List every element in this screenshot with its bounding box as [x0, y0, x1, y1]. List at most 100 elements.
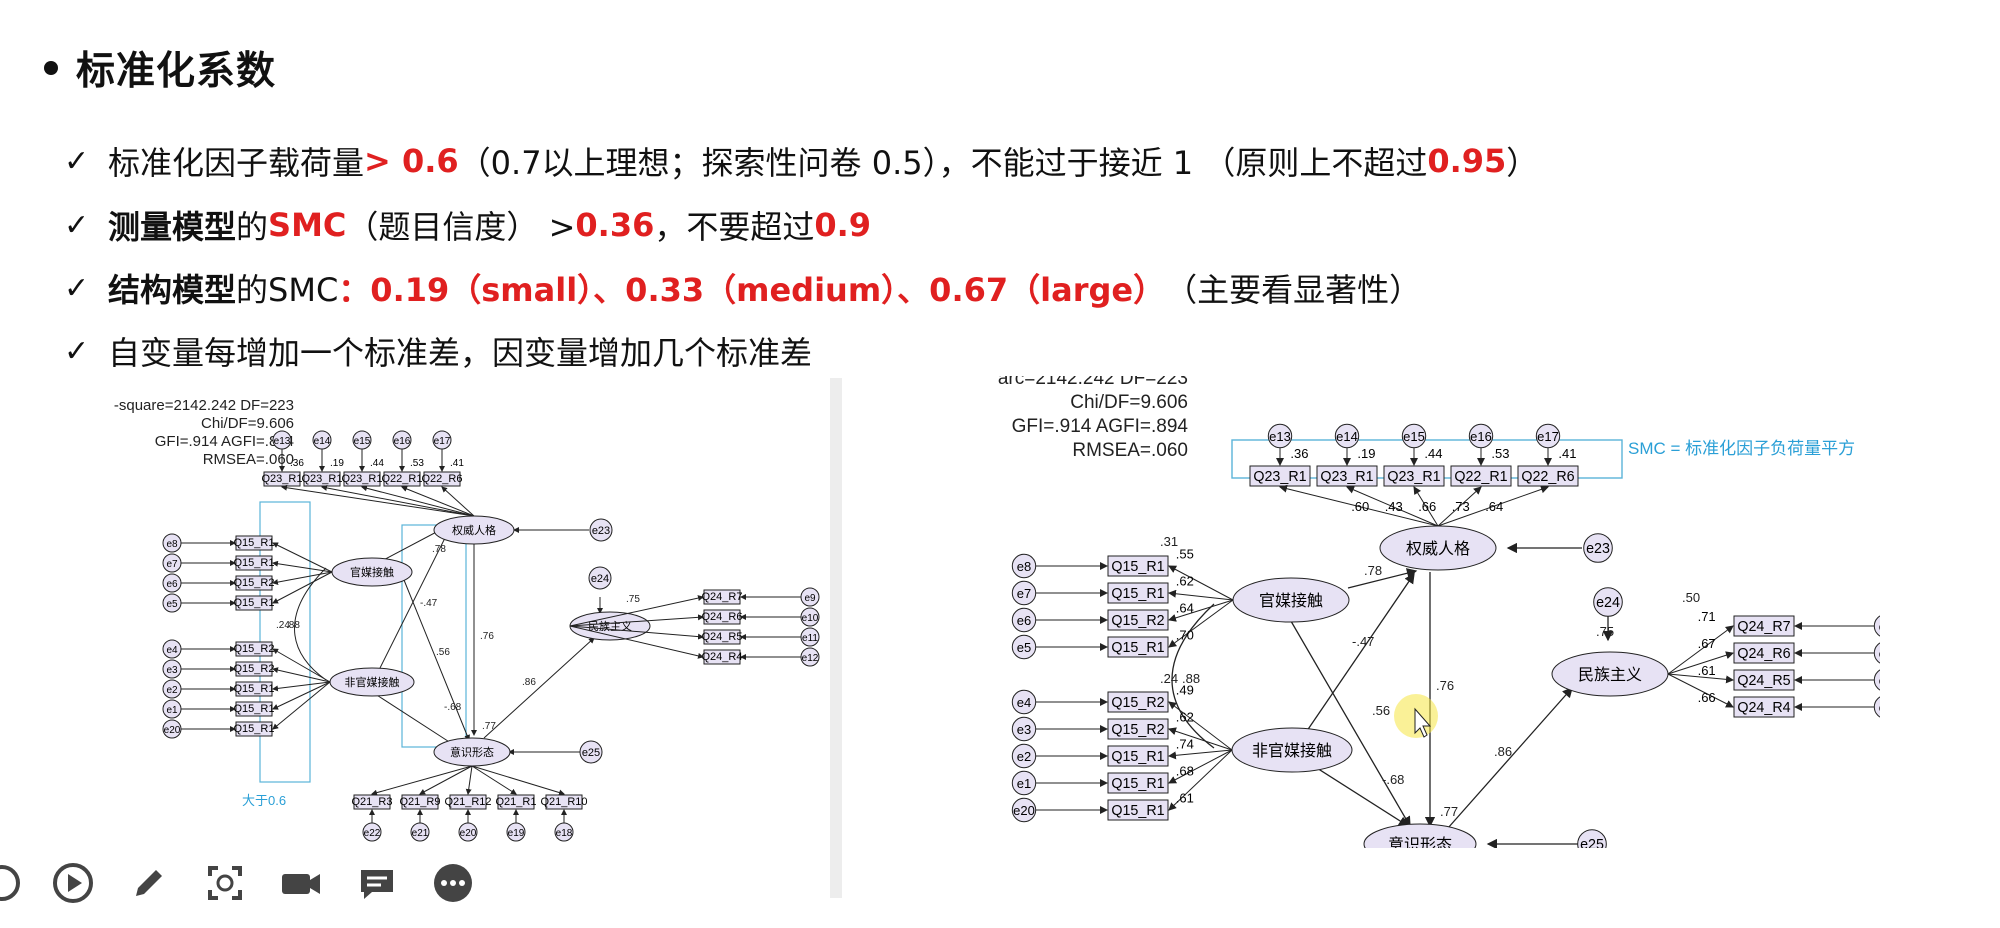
line-text-part: ） [1506, 144, 1539, 182]
line-text-part: > 0.6 [364, 142, 459, 180]
error-label: e20 [1013, 803, 1035, 818]
loading-value: .74 [1176, 737, 1194, 752]
error-label: e10 [802, 613, 819, 624]
panel-divider [830, 378, 842, 898]
latent-label: 权威人格 [1406, 540, 1470, 558]
error-label: e6 [1017, 613, 1031, 628]
r-square: .75 [1596, 624, 1614, 639]
error-label: e9 [804, 593, 816, 604]
partial-tool-icon[interactable] [0, 860, 20, 906]
path-coefficient: .76 [480, 631, 494, 642]
indicator-label: Q15_R1 [234, 537, 275, 549]
error-label: e2 [1017, 749, 1031, 764]
r-square: .75 [626, 594, 640, 605]
error-label: e7 [166, 559, 178, 570]
bullet-dot-icon [44, 61, 58, 75]
loading-path [471, 765, 517, 795]
error-label: e21 [412, 828, 429, 839]
indicator-label: Q15_R2 [234, 663, 275, 675]
indicator-label: Q15_R1 [234, 597, 275, 609]
indicator-label: Q21_R10 [540, 796, 587, 808]
error-label: e20 [460, 828, 477, 839]
smc-value: .41 [1558, 446, 1576, 461]
disturbance-label: e23 [592, 525, 610, 537]
error-label: e1 [166, 705, 178, 716]
indicator-label: Q23_R1 [1253, 469, 1306, 485]
error-label: e4 [166, 645, 178, 656]
camera-icon[interactable] [278, 860, 324, 906]
error-label: e16 [1470, 429, 1492, 444]
indicator-label: Q24_R5 [1737, 673, 1790, 689]
check-icon: ✓ [64, 333, 90, 369]
play-icon[interactable] [50, 860, 96, 906]
error-label: e5 [166, 599, 178, 610]
screenshot-icon[interactable] [202, 860, 248, 906]
latent-label: 官媒接触 [1259, 592, 1323, 610]
latent-label: 意识形态 [450, 745, 494, 759]
more-icon[interactable] [430, 860, 476, 906]
indicator-label: Q15_R1 [1111, 559, 1164, 575]
indicator-label: Q24_R4 [1737, 700, 1790, 716]
line-text-part: 0.95 [1427, 142, 1507, 180]
error-label: e1 [1879, 673, 1880, 688]
pen-icon[interactable] [126, 860, 172, 906]
error-label: e3 [166, 665, 178, 676]
disturbance-label: e24 [1596, 595, 1620, 611]
disturbance-label: e25 [1580, 837, 1604, 848]
indicator-label: Q15_R2 [234, 643, 275, 655]
error-label: e13 [1269, 429, 1291, 444]
fit-stat: RMSEA=.060 [203, 451, 294, 468]
line-text-part: 0.36 [575, 206, 655, 244]
error-label: e4 [1017, 695, 1031, 710]
loading-value: .60 [1351, 499, 1369, 514]
fit-stat: GFI=.914 AGFI=.894 [1012, 416, 1189, 437]
indicator-label: Q24_R5 [702, 631, 743, 643]
error-label: e16 [394, 436, 411, 447]
presentation-toolbar [0, 858, 476, 908]
latent-label: 民族主义 [1578, 666, 1642, 684]
error-label: e11 [802, 633, 818, 644]
disturbance-label: e23 [1586, 541, 1610, 557]
loading-path [465, 765, 473, 795]
loading-value: .64 [1485, 499, 1503, 514]
loading-path [419, 765, 473, 795]
path-coefficient: -.47 [1352, 634, 1374, 649]
latent-label: 非官媒接触 [345, 675, 400, 689]
path-coefficient: .78 [432, 544, 446, 555]
left-sem-diagram: -square=2142.242 DF=223 Chi/DF=9.606 GFI… [104, 380, 828, 850]
error-label: e12 [802, 653, 819, 664]
path-coefficient: .86 [1494, 744, 1512, 759]
indicator-label: Q24_R7 [1737, 619, 1790, 635]
indicator-label: Q15_R1 [234, 723, 275, 735]
line-text-part: （0.7以上理想；探索性问卷 0.5），不能过于接近 1 （原则上不超过 [458, 144, 1428, 182]
smc-value: .41 [450, 458, 464, 469]
smc-value: .53 [1491, 446, 1509, 461]
smc-value: .53 [410, 458, 424, 469]
smc-value: .44 [1424, 446, 1442, 461]
comment-icon[interactable] [354, 860, 400, 906]
loading-path [272, 667, 331, 683]
line-text-part: （主要看显著性） [1165, 271, 1422, 309]
loading-value: .70 [1176, 628, 1194, 643]
error-label: e17 [434, 436, 451, 447]
loading-value: .66 [1418, 499, 1436, 514]
line-text-part: 测量模型 [108, 208, 237, 246]
path-coefficient: .86 [522, 677, 536, 688]
r-square: .24 [276, 620, 290, 631]
indicator-label: Q21_R3 [352, 796, 393, 808]
error-label: e15 [1403, 429, 1425, 444]
indicator-label: Q15_R2 [1111, 722, 1164, 738]
error-label: e9 [1879, 619, 1880, 634]
indicator-label: Q15_R1 [1111, 803, 1164, 819]
indicator-label: Q15_R1 [1111, 586, 1164, 602]
smc-value: .19 [330, 458, 344, 469]
indicator-label: Q23_R1 [1320, 469, 1373, 485]
indicator-label: Q15_R1 [1111, 776, 1164, 792]
loading-path [371, 765, 473, 796]
line-text-part: 自变量每增加一个标准差，因变量增加几个标准差 [108, 334, 813, 372]
check-icon: ✓ [64, 270, 90, 306]
indicator-label: Q21_R12 [444, 796, 491, 808]
smc-value: .36 [1290, 446, 1308, 461]
smc-note: SMC = 标准化因子负荷量平方 [1628, 439, 1855, 458]
check-icon: ✓ [64, 207, 90, 243]
